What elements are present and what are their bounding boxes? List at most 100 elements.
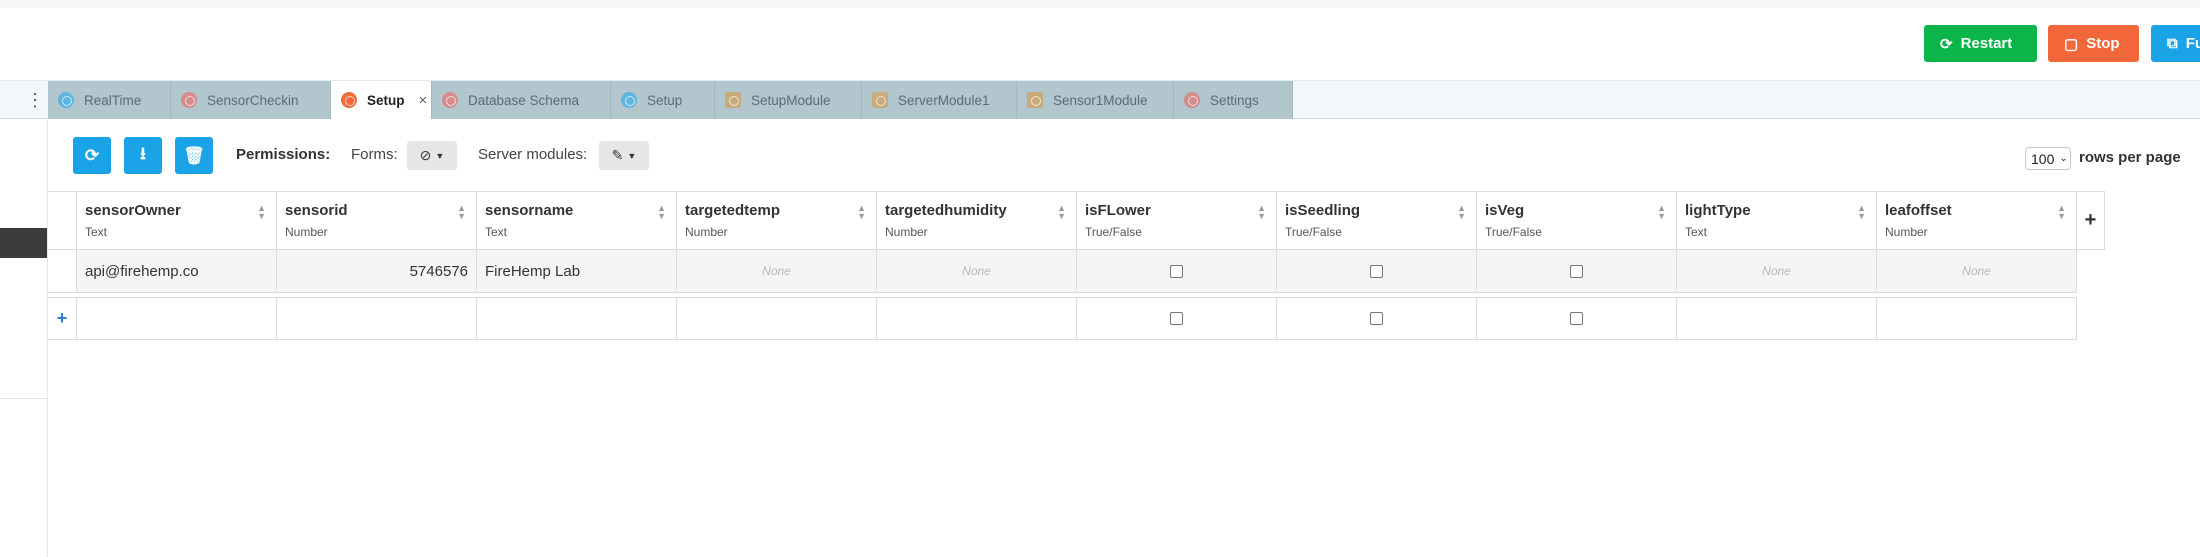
tab-label: ServerModule1 (898, 92, 990, 108)
table-cell (1077, 250, 1277, 293)
new-row-cell[interactable] (1877, 297, 2077, 340)
globe-icon (58, 92, 74, 108)
table-cell (1277, 250, 1477, 293)
delete-button[interactable]: 🗑 (175, 137, 213, 174)
column-type: True/False (1085, 225, 1142, 239)
close-icon[interactable]: × (419, 92, 428, 109)
column-type: Text (1685, 225, 1708, 239)
tab-realtime[interactable]: RealTime (48, 81, 171, 119)
table-cell[interactable]: 5746576 (277, 250, 477, 293)
column-header[interactable]: targetedhumidity Number ▲ ▼ (877, 191, 1077, 250)
left-rail (0, 120, 48, 557)
sort-icon[interactable]: ▲ ▼ (257, 204, 266, 221)
tab-setupmodule[interactable]: SetupModule (715, 81, 862, 119)
add-row-icon[interactable]: + (48, 297, 76, 340)
database-icon (341, 92, 357, 108)
new-row-cell (1477, 297, 1677, 340)
column-header[interactable]: sensorname Text ▲ ▼ (477, 191, 677, 250)
tab-label: Setup (647, 92, 683, 108)
fullscreen-button[interactable]: ⧉ Fu (2151, 25, 2200, 62)
stop-icon: ▢ (2064, 35, 2079, 53)
sort-icon[interactable]: ▲ ▼ (1057, 204, 1066, 221)
header-strip (0, 0, 2200, 8)
tab-sensor1module[interactable]: Sensor1Module (1017, 81, 1174, 119)
vertical-dots-icon[interactable]: ⋮ (26, 89, 44, 111)
chevron-down-icon: ⌄ (2059, 153, 2068, 164)
column-header[interactable]: isSeedling True/False ▲ ▼ (1277, 191, 1477, 250)
new-row-cell (1077, 297, 1277, 340)
checkbox[interactable] (1370, 312, 1383, 325)
column-type: Text (485, 225, 508, 239)
tab-setup-2[interactable]: Setup (611, 81, 715, 119)
tab-label: RealTime (84, 92, 142, 108)
table-cell[interactable]: None (1877, 250, 2077, 293)
fullscreen-label: Fu (2185, 35, 2200, 52)
table-cell[interactable]: None (677, 250, 877, 293)
sort-icon[interactable]: ▲ ▼ (457, 204, 466, 221)
tab-label: Database Schema (468, 92, 580, 108)
gear-icon (1184, 92, 1200, 108)
column-header[interactable]: sensorOwner Text ▲ ▼ (77, 191, 277, 250)
column-type: Number (885, 225, 928, 239)
column-header[interactable]: sensorid Number ▲ ▼ (277, 191, 477, 250)
rows-per-page-value: 100 (2031, 150, 2055, 167)
refresh-icon: ⟳ (1940, 35, 1953, 53)
sort-icon[interactable]: ▲ ▼ (657, 204, 666, 221)
add-column-button[interactable]: + (2077, 191, 2105, 250)
tab-sensorcheckin[interactable]: SensorCheckin (171, 81, 331, 119)
column-header[interactable]: targetedtemp Number ▲ ▼ (677, 191, 877, 250)
table-cell[interactable]: api@firehemp.co (77, 250, 277, 293)
trash-icon: 🗑 (183, 145, 205, 165)
tab-setup-active[interactable]: Setup × (331, 81, 432, 119)
forms-label: Forms: (351, 146, 398, 163)
table-cell[interactable]: None (877, 250, 1077, 293)
checkbox[interactable] (1570, 264, 1583, 278)
column-name: leafoffset (1885, 202, 1952, 219)
checkbox[interactable] (1570, 312, 1583, 325)
column-header[interactable]: leafoffset Number ▲ ▼ (1877, 191, 2077, 250)
sort-icon[interactable]: ▲ ▼ (2057, 204, 2066, 221)
new-row-cell[interactable] (677, 297, 877, 340)
stop-label: Stop (2086, 35, 2120, 52)
restart-button[interactable]: ⟳ Restart (1924, 25, 2037, 62)
column-header[interactable]: isVeg True/False ▲ ▼ (1477, 191, 1677, 250)
permissions-label: Permissions: (236, 146, 331, 163)
new-row-cell[interactable] (77, 297, 277, 340)
forms-permission-dropdown[interactable]: ⊘ ▼ (407, 141, 457, 170)
column-header[interactable]: isFLower True/False ▲ ▼ (1077, 191, 1277, 250)
server-modules-permission-dropdown[interactable]: ✎ ▼ (599, 141, 649, 170)
checkbox[interactable] (1170, 312, 1183, 325)
column-name: isVeg (1485, 202, 1525, 219)
checkbox[interactable] (1370, 264, 1383, 278)
tab-database-schema[interactable]: Database Schema (432, 81, 611, 119)
sort-icon[interactable]: ▲ ▼ (1657, 204, 1666, 221)
new-row-cell[interactable] (477, 297, 677, 340)
new-row-cell[interactable] (277, 297, 477, 340)
tab-settings[interactable]: Settings (1174, 81, 1293, 119)
sort-icon[interactable]: ▲ ▼ (857, 204, 866, 221)
sort-icon[interactable]: ▲ ▼ (1457, 204, 1466, 221)
server-modules-label: Server modules: (478, 146, 588, 163)
table-cell[interactable]: FireHemp Lab (477, 250, 677, 293)
new-row-cell[interactable] (877, 297, 1077, 340)
checkbox[interactable] (1170, 264, 1183, 278)
column-name: targetedhumidity (885, 202, 1007, 219)
download-button[interactable]: ⭳ (124, 137, 162, 174)
column-type: True/False (1285, 225, 1342, 239)
sort-icon[interactable]: ▲ ▼ (1257, 204, 1266, 221)
column-type: Number (1885, 225, 1928, 239)
tab-label: Setup (367, 92, 405, 108)
new-row-cell[interactable] (1677, 297, 1877, 340)
refresh-button[interactable]: ⟳ (73, 137, 111, 174)
rows-per-page-select[interactable]: 100 ⌄ (2025, 147, 2071, 170)
tab-servermodule1[interactable]: ServerModule1 (862, 81, 1017, 119)
table-cell[interactable]: None (1677, 250, 1877, 293)
stop-button[interactable]: ▢ Stop (2048, 25, 2139, 62)
external-link-icon: ⧉ (2167, 35, 2178, 52)
column-name: lightType (1685, 202, 1751, 219)
column-header[interactable]: lightType Text ▲ ▼ (1677, 191, 1877, 250)
sort-icon[interactable]: ▲ ▼ (1857, 204, 1866, 221)
left-rail-active-item[interactable] (0, 228, 47, 258)
globe-icon (621, 92, 637, 108)
new-row-cell (1277, 297, 1477, 340)
